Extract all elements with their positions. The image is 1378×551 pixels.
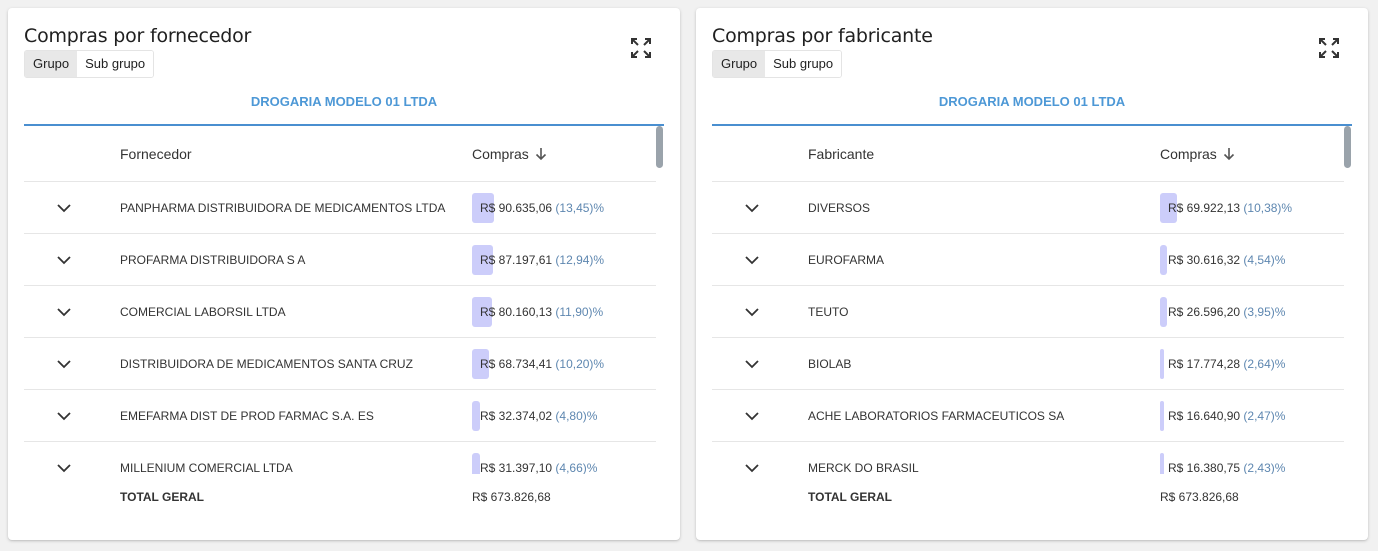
column-header-name[interactable]: Fabricante bbox=[808, 146, 874, 162]
table-header: Fornecedor Compras bbox=[24, 126, 656, 182]
row-value: R$ 69.922,13 (10,38)% bbox=[1168, 201, 1293, 215]
table-row: BIOLAB R$ 17.774,28 (2,64)% bbox=[712, 338, 1344, 390]
row-value: R$ 31.397,10 (4,66)% bbox=[480, 461, 598, 474]
chevron-down-icon[interactable] bbox=[56, 409, 72, 423]
table-row: COMERCIAL LABORSIL LTDA R$ 80.160,13 (11… bbox=[24, 286, 656, 338]
table-row: MERCK DO BRASIL R$ 16.380,75 (2,43)% bbox=[712, 442, 1344, 474]
column-header-name[interactable]: Fornecedor bbox=[120, 146, 192, 162]
table-row: DISTRIBUIDORA DE MEDICAMENTOS SANTA CRUZ… bbox=[24, 338, 656, 390]
table-row: TEUTO R$ 26.596,20 (3,95)% bbox=[712, 286, 1344, 338]
column-header-compras-label: Compras bbox=[1160, 146, 1217, 162]
table-row: EUROFARMA R$ 30.616,32 (4,54)% bbox=[712, 234, 1344, 286]
panel-title: Compras por fabricante bbox=[712, 25, 933, 47]
share-bar bbox=[1160, 401, 1165, 431]
column-header-compras[interactable]: Compras bbox=[472, 146, 547, 162]
total-row: TOTAL GERAL R$ 673.826,68 bbox=[24, 490, 656, 510]
row-value: R$ 16.640,90 (2,47)% bbox=[1168, 409, 1286, 423]
chevron-down-icon[interactable] bbox=[744, 461, 760, 474]
total-label: TOTAL GERAL bbox=[808, 490, 892, 504]
row-value: R$ 32.374,02 (4,80)% bbox=[480, 409, 598, 423]
chevron-down-icon[interactable] bbox=[56, 461, 72, 474]
chevron-down-icon[interactable] bbox=[744, 305, 760, 319]
row-name: PROFARMA DISTRIBUIDORA S A bbox=[120, 253, 306, 267]
chevron-down-icon[interactable] bbox=[56, 305, 72, 319]
panel-title: Compras por fornecedor bbox=[24, 25, 252, 47]
share-bar bbox=[472, 453, 480, 474]
row-name: TEUTO bbox=[808, 305, 849, 319]
arrow-down-icon bbox=[535, 148, 546, 161]
row-value: R$ 30.616,32 (4,54)% bbox=[1168, 253, 1286, 267]
panel-compras-fabricante: Compras por fabricante Grupo Sub grupo D… bbox=[696, 8, 1368, 540]
table-row: EMEFARMA DIST DE PROD FARMAC S.A. ES R$ … bbox=[24, 390, 656, 442]
table-header: Fabricante Compras bbox=[712, 126, 1344, 182]
tab-store[interactable]: DROGARIA MODELO 01 LTDA bbox=[712, 94, 1352, 109]
row-value: R$ 87.197,61 (12,94)% bbox=[480, 253, 605, 267]
table-row: ACHE LABORATORIOS FARMACEUTICOS SA R$ 16… bbox=[712, 390, 1344, 442]
row-name: MILLENIUM COMERCIAL LTDA bbox=[120, 461, 293, 474]
chevron-down-icon[interactable] bbox=[56, 357, 72, 371]
share-bar bbox=[1160, 245, 1168, 275]
row-value: R$ 90.635,06 (13,45)% bbox=[480, 201, 605, 215]
toggle-grupo[interactable]: Grupo bbox=[713, 51, 766, 77]
chevron-down-icon[interactable] bbox=[744, 409, 760, 423]
chevron-down-icon[interactable] bbox=[744, 253, 760, 267]
share-bar bbox=[472, 401, 480, 431]
row-value: R$ 17.774,28 (2,64)% bbox=[1168, 357, 1286, 371]
panel-compras-fornecedor: Compras por fornecedor Grupo Sub grupo D… bbox=[8, 8, 680, 540]
table-body: DIVERSOS R$ 69.922,13 (10,38)% EUROFARMA… bbox=[712, 182, 1344, 474]
row-value: R$ 16.380,75 (2,43)% bbox=[1168, 461, 1286, 474]
total-row: TOTAL GERAL R$ 673.826,68 bbox=[712, 490, 1344, 510]
column-header-compras-label: Compras bbox=[472, 146, 529, 162]
tab-store[interactable]: DROGARIA MODELO 01 LTDA bbox=[24, 94, 664, 109]
row-name: BIOLAB bbox=[808, 357, 852, 371]
chevron-down-icon[interactable] bbox=[744, 357, 760, 371]
table-row: DIVERSOS R$ 69.922,13 (10,38)% bbox=[712, 182, 1344, 234]
fullscreen-icon[interactable] bbox=[1318, 37, 1340, 59]
share-bar bbox=[1160, 297, 1167, 327]
row-value: R$ 26.596,20 (3,95)% bbox=[1168, 305, 1286, 319]
scrollbar-thumb[interactable] bbox=[656, 126, 663, 168]
row-name: PANPHARMA DISTRIBUIDORA DE MEDICAMENTOS … bbox=[120, 201, 446, 215]
share-bar bbox=[1160, 349, 1165, 379]
total-value: R$ 673.826,68 bbox=[1160, 490, 1239, 504]
toggle-grupo[interactable]: Grupo bbox=[25, 51, 78, 77]
row-name: COMERCIAL LABORSIL LTDA bbox=[120, 305, 286, 319]
group-toggle: Grupo Sub grupo bbox=[712, 50, 843, 78]
chevron-down-icon[interactable] bbox=[56, 253, 72, 267]
total-label: TOTAL GERAL bbox=[120, 490, 204, 504]
table-row: MILLENIUM COMERCIAL LTDA R$ 31.397,10 (4… bbox=[24, 442, 656, 474]
chevron-down-icon[interactable] bbox=[744, 201, 760, 215]
toggle-sub-grupo[interactable]: Sub grupo bbox=[765, 51, 842, 77]
fullscreen-icon[interactable] bbox=[630, 37, 652, 59]
row-name: ACHE LABORATORIOS FARMACEUTICOS SA bbox=[808, 409, 1065, 423]
table-row: PANPHARMA DISTRIBUIDORA DE MEDICAMENTOS … bbox=[24, 182, 656, 234]
row-value: R$ 80.160,13 (11,90)% bbox=[480, 305, 604, 319]
row-name: EUROFARMA bbox=[808, 253, 885, 267]
chevron-down-icon[interactable] bbox=[56, 201, 72, 215]
total-value: R$ 673.826,68 bbox=[472, 490, 551, 504]
toggle-sub-grupo[interactable]: Sub grupo bbox=[77, 51, 154, 77]
group-toggle: Grupo Sub grupo bbox=[24, 50, 155, 78]
row-name: MERCK DO BRASIL bbox=[808, 461, 919, 474]
row-name: DIVERSOS bbox=[808, 201, 871, 215]
column-header-compras[interactable]: Compras bbox=[1160, 146, 1235, 162]
row-name: EMEFARMA DIST DE PROD FARMAC S.A. ES bbox=[120, 409, 374, 423]
scrollbar-thumb[interactable] bbox=[1344, 126, 1351, 168]
arrow-down-icon bbox=[1223, 148, 1234, 161]
row-value: R$ 68.734,41 (10,20)% bbox=[480, 357, 605, 371]
table-body: PANPHARMA DISTRIBUIDORA DE MEDICAMENTOS … bbox=[24, 182, 656, 474]
row-name: DISTRIBUIDORA DE MEDICAMENTOS SANTA CRUZ bbox=[120, 357, 413, 371]
share-bar bbox=[1160, 453, 1164, 474]
table-row: PROFARMA DISTRIBUIDORA S A R$ 87.197,61 … bbox=[24, 234, 656, 286]
